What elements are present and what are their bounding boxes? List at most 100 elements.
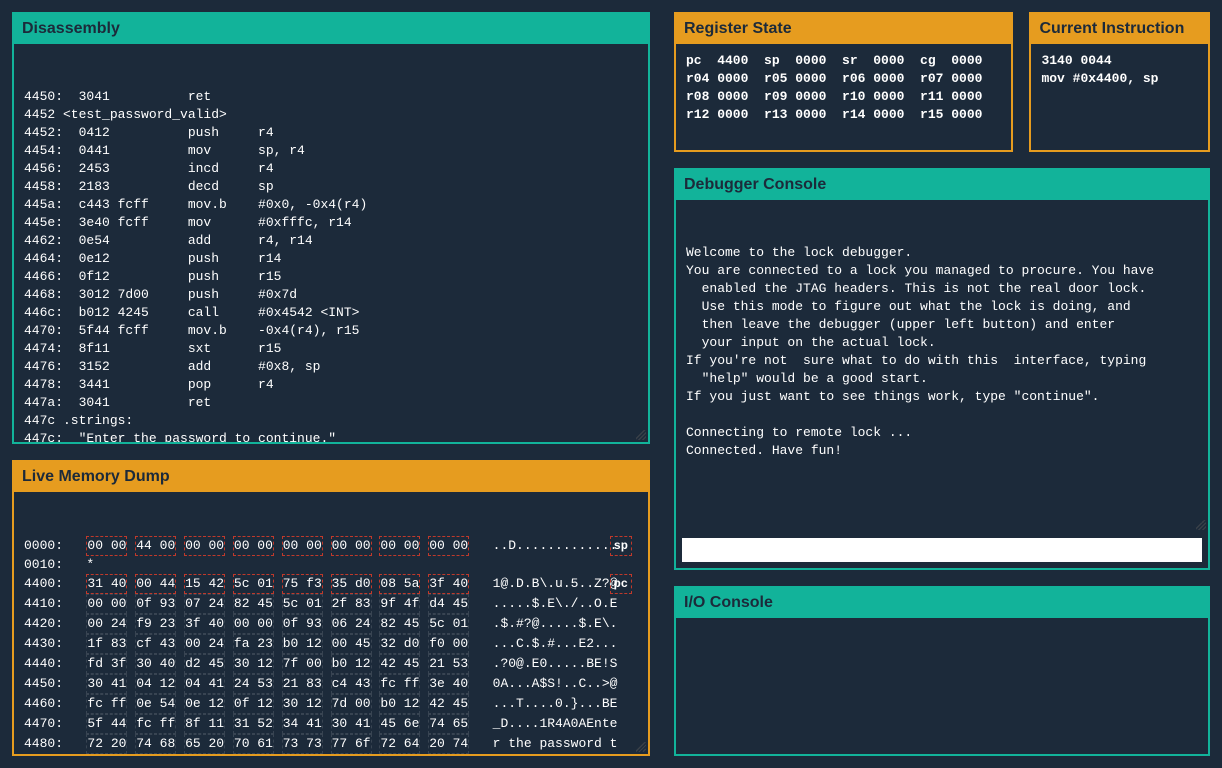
memory-word[interactable]: 72 64	[379, 734, 420, 754]
memory-word[interactable]: f0 00	[428, 634, 469, 654]
memory-addr: 4450:	[24, 676, 86, 691]
io-console-body[interactable]	[676, 618, 1208, 754]
memory-word[interactable]: 30 40	[135, 654, 176, 674]
memory-word[interactable]: 31 40	[86, 574, 127, 594]
memory-word[interactable]: fc ff	[86, 694, 127, 714]
memory-dump-panel: Live Memory Dump 0000: 00 00 44 00 00 00…	[12, 460, 650, 756]
memory-word[interactable]: 70 61	[233, 734, 274, 754]
memory-addr: 4440:	[24, 656, 86, 671]
memory-word[interactable]: 44 00	[135, 536, 176, 556]
memory-word[interactable]: b0 12	[331, 654, 372, 674]
memory-word[interactable]: 00 00	[428, 536, 469, 556]
memory-word[interactable]: 73 73	[282, 734, 323, 754]
resize-grip-icon[interactable]	[1196, 520, 1206, 530]
memory-word[interactable]: 00 00	[379, 536, 420, 556]
memory-word[interactable]: 00 44	[135, 574, 176, 594]
memory-word[interactable]: 5f 44	[86, 714, 127, 734]
memory-word[interactable]: 7f 00	[282, 654, 323, 674]
memory-word[interactable]: 31 52	[233, 714, 274, 734]
memory-word[interactable]: 3e 40	[428, 674, 469, 694]
memory-word[interactable]: 75 f3	[282, 574, 323, 594]
memory-word[interactable]: 00 00	[331, 536, 372, 556]
disassembly-line: 445a: c443 fcff mov.b #0x0, -0x4(r4)	[24, 196, 638, 214]
memory-word[interactable]: 08 5a	[379, 574, 420, 594]
memory-word[interactable]: 32 d0	[379, 634, 420, 654]
disassembly-line: 4452 <test_password_valid>	[24, 106, 638, 124]
memory-word[interactable]: 04 41	[184, 674, 225, 694]
memory-word[interactable]: 74 68	[135, 734, 176, 754]
memory-word[interactable]: fa 23	[233, 634, 274, 654]
memory-word[interactable]: 00 00	[233, 536, 274, 556]
debugger-console-input[interactable]	[682, 538, 1202, 562]
memory-word[interactable]: 8f 11	[184, 714, 225, 734]
disassembly-line: 4456: 2453 incd r4	[24, 160, 638, 178]
memory-word[interactable]: fc ff	[379, 674, 420, 694]
memory-word[interactable]: 0e 12	[184, 694, 225, 714]
memory-word[interactable]: 0f 12	[233, 694, 274, 714]
memory-row: 0010: *	[24, 556, 638, 574]
memory-row: 4430: 1f 83 cf 43 00 24 fa 23 b0 12 00 4…	[24, 634, 638, 654]
memory-word[interactable]: 2f 83	[331, 594, 372, 614]
memory-word[interactable]: 34 41	[282, 714, 323, 734]
memory-word[interactable]: f9 23	[135, 614, 176, 634]
memory-word[interactable]: 21 53	[428, 654, 469, 674]
memory-word[interactable]: 30 12	[233, 654, 274, 674]
disassembly-body[interactable]: 4450: 3041 ret 4452 <test_password_valid…	[14, 44, 648, 442]
memory-word[interactable]: 5c 01	[233, 574, 274, 594]
memory-word[interactable]: 15 42	[184, 574, 225, 594]
memory-word[interactable]: 07 24	[184, 594, 225, 614]
memory-word[interactable]: 82 45	[379, 614, 420, 634]
memory-word[interactable]: b0 12	[282, 634, 323, 654]
memory-word[interactable]: 72 20	[86, 734, 127, 754]
memory-word[interactable]: 30 41	[331, 714, 372, 734]
resize-grip-icon[interactable]	[636, 430, 646, 440]
memory-word[interactable]: c4 43	[331, 674, 372, 694]
memory-word[interactable]: 0f 93	[282, 614, 323, 634]
memory-word[interactable]: 9f 4f	[379, 594, 420, 614]
memory-word[interactable]: 00 00	[86, 536, 127, 556]
memory-word[interactable]: 3f 40	[428, 574, 469, 594]
memory-word[interactable]: 00 00	[282, 536, 323, 556]
memory-word[interactable]: 42 45	[428, 694, 469, 714]
memory-word[interactable]: 3f 40	[184, 614, 225, 634]
memory-word[interactable]: b0 12	[379, 694, 420, 714]
memory-word[interactable]: fd 3f	[86, 654, 127, 674]
memory-word[interactable]: 65 20	[184, 734, 225, 754]
memory-word[interactable]: 42 45	[379, 654, 420, 674]
memory-word[interactable]: 00 00	[184, 536, 225, 556]
memory-word[interactable]: cf 43	[135, 634, 176, 654]
memory-word[interactable]: d4 45	[428, 594, 469, 614]
memory-word[interactable]: 35 d0	[331, 574, 372, 594]
memory-ascii: ...C.$.#...E2...	[493, 636, 618, 651]
memory-word[interactable]: 00 00	[233, 614, 274, 634]
disassembly-panel: Disassembly 4450: 3041 ret 4452 <test_pa…	[12, 12, 650, 444]
memory-word[interactable]: 45 6e	[379, 714, 420, 734]
memory-word[interactable]: 00 24	[184, 634, 225, 654]
memory-word[interactable]: 06 24	[331, 614, 372, 634]
memory-word[interactable]: 21 83	[282, 674, 323, 694]
memory-word[interactable]: 5c 01	[428, 614, 469, 634]
memory-word[interactable]: 30 41	[86, 674, 127, 694]
memory-word[interactable]: 00 24	[86, 614, 127, 634]
disassembly-line: 447c: "Enter the password to continue."	[24, 430, 638, 442]
disassembly-title: Disassembly	[14, 14, 648, 44]
memory-word[interactable]: 5c 01	[282, 594, 323, 614]
memory-word[interactable]: 0e 54	[135, 694, 176, 714]
memory-word[interactable]: 74 65	[428, 714, 469, 734]
memory-word[interactable]: 1f 83	[86, 634, 127, 654]
memory-word[interactable]: 00 00	[86, 594, 127, 614]
memory-word[interactable]: 7d 00	[331, 694, 372, 714]
memory-word[interactable]: 82 45	[233, 594, 274, 614]
memory-word[interactable]: 0f 93	[135, 594, 176, 614]
memory-word[interactable]: 20 74	[428, 734, 469, 754]
memory-dump-body[interactable]: 0000: 00 00 44 00 00 00 00 00 00 00 00 0…	[14, 492, 648, 754]
memory-word[interactable]: 04 12	[135, 674, 176, 694]
resize-grip-icon[interactable]	[636, 742, 646, 752]
memory-word[interactable]: d2 45	[184, 654, 225, 674]
memory-word[interactable]: 00 45	[331, 634, 372, 654]
memory-word[interactable]: 30 12	[282, 694, 323, 714]
memory-word[interactable]: fc ff	[135, 714, 176, 734]
memory-row: 0000: 00 00 44 00 00 00 00 00 00 00 00 0…	[24, 536, 638, 556]
memory-word[interactable]: 77 6f	[331, 734, 372, 754]
memory-word[interactable]: 24 53	[233, 674, 274, 694]
